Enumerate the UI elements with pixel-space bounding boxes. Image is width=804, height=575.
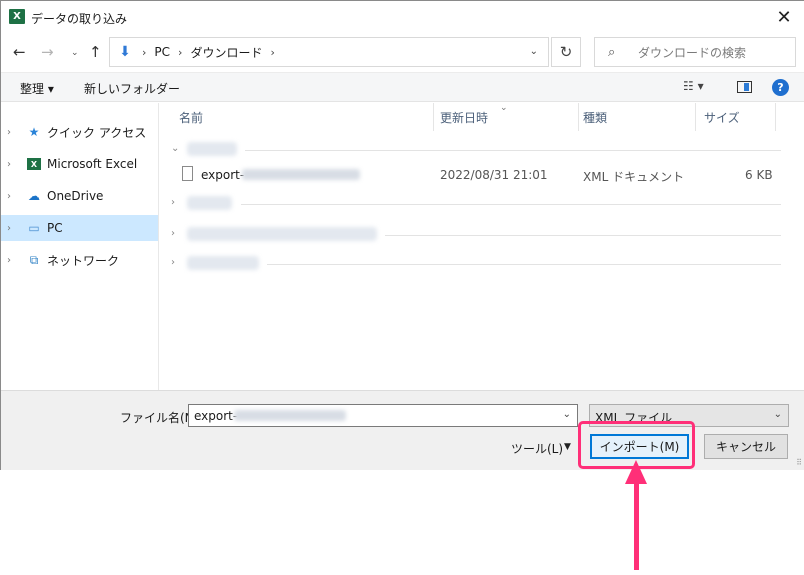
back-arrow-icon[interactable]: ← — [13, 43, 26, 61]
filename-value: export- — [194, 409, 238, 423]
blurred-file-name — [242, 169, 360, 180]
breadcrumb-downloads[interactable]: ダウンロード — [190, 44, 262, 61]
close-button[interactable]: ✕ — [764, 1, 804, 33]
file-list: ⌄ 名前 更新日時 種類 サイズ ⌄ export- 2022/08/31 21… — [161, 103, 804, 390]
sidebar-item-label: ネットワーク — [47, 253, 120, 268]
computer-icon: ▭ — [28, 221, 40, 235]
column-header-size[interactable]: サイズ — [696, 103, 776, 131]
column-header-type[interactable]: 種類 — [579, 103, 696, 131]
excel-icon: X — [9, 9, 25, 24]
sidebar-item-quick-access[interactable]: › ★ クイック アクセス — [1, 119, 158, 145]
blurred-group-label — [187, 196, 232, 210]
search-input[interactable]: ⌕ ダウンロードの検索 — [594, 37, 796, 67]
group-divider — [241, 204, 781, 205]
command-bar: 整理 ▾ 新しいフォルダー ☷ ▾ ? — [1, 72, 804, 102]
column-header-name[interactable]: 名前 — [161, 103, 434, 131]
file-type: XML ドキュメント — [583, 170, 685, 184]
expand-chevron-icon[interactable]: › — [171, 257, 175, 268]
organize-menu-button[interactable]: 整理 ▾ — [20, 80, 54, 97]
sidebar-item-label: クイック アクセス — [47, 125, 147, 140]
sidebar-item-microsoft-excel[interactable]: › X Microsoft Excel — [1, 151, 158, 177]
table-row[interactable]: export- 2022/08/31 21:01 XML ドキュメント 6 KB — [161, 163, 781, 187]
search-icon: ⌕ — [608, 44, 616, 60]
view-options-icon[interactable]: ☷ ▾ — [683, 79, 704, 93]
expand-chevron-icon[interactable]: › — [7, 223, 17, 234]
blurred-filename — [234, 410, 346, 421]
expand-chevron-icon[interactable]: › — [171, 228, 175, 239]
help-icon[interactable]: ? — [772, 79, 789, 96]
recent-locations-chevron-icon[interactable]: ⌄ — [71, 48, 79, 58]
group-header-collapsed[interactable]: › — [161, 224, 781, 246]
file-modified: 2022/08/31 21:01 — [440, 168, 548, 182]
blurred-group-label — [187, 227, 377, 241]
excel-icon: X — [27, 158, 41, 170]
chevron-down-icon[interactable]: ⌄ — [563, 409, 571, 420]
group-divider — [267, 264, 781, 265]
chevron-down-icon[interactable]: ⌄ — [774, 409, 782, 420]
up-arrow-icon[interactable]: ↑ — [89, 43, 102, 61]
window-title: データの取り込み — [31, 12, 128, 26]
cloud-icon: ☁ — [28, 189, 40, 203]
navigation-pane: › ★ クイック アクセス › X Microsoft Excel › ☁ On… — [1, 103, 159, 390]
blurred-group-label — [187, 142, 237, 156]
dropdown-caret-icon[interactable]: ▼ — [564, 442, 571, 452]
annotation-arrow-shaft — [634, 478, 639, 570]
breadcrumb-separator: › — [178, 45, 183, 59]
network-icon: ⧉ — [29, 252, 39, 267]
file-icon — [182, 166, 193, 181]
refresh-button[interactable]: ↻ — [551, 37, 581, 67]
tools-menu-button[interactable]: ツール(L) — [511, 440, 563, 457]
breadcrumb-separator: › — [142, 45, 147, 59]
expand-chevron-icon[interactable]: › — [171, 197, 175, 208]
file-size: 6 KB — [745, 168, 773, 182]
expand-chevron-icon[interactable]: › — [7, 127, 17, 138]
sidebar-item-label: PC — [47, 221, 63, 235]
column-header-modified[interactable]: 更新日時 — [434, 103, 579, 131]
group-header-collapsed[interactable]: › — [161, 253, 781, 275]
group-divider — [245, 150, 781, 151]
forward-arrow-icon[interactable]: → — [41, 43, 54, 61]
file-name: export- — [201, 168, 245, 182]
chevron-down-icon[interactable]: ⌄ — [530, 46, 538, 57]
collapse-chevron-icon[interactable]: ⌄ — [171, 143, 179, 154]
breadcrumb-separator[interactable]: › — [270, 46, 274, 59]
sidebar-item-label: Microsoft Excel — [47, 157, 138, 171]
star-icon: ★ — [28, 125, 40, 139]
preview-pane-icon[interactable] — [737, 81, 752, 93]
blurred-group-label — [187, 256, 259, 270]
cancel-button[interactable]: キャンセル — [704, 434, 788, 459]
address-field[interactable]: ⬇ › PC › ダウンロード › ⌄ — [109, 37, 549, 67]
sidebar-item-label: OneDrive — [47, 189, 104, 203]
expand-chevron-icon[interactable]: › — [7, 159, 17, 170]
group-divider — [385, 235, 781, 236]
new-folder-button[interactable]: 新しいフォルダー — [84, 80, 180, 97]
title-bar: X データの取り込み ✕ — [1, 1, 804, 33]
download-icon: ⬇ — [119, 44, 131, 60]
sidebar-item-onedrive[interactable]: › ☁ OneDrive — [1, 183, 158, 209]
expand-chevron-icon[interactable]: › — [7, 255, 17, 266]
search-placeholder: ダウンロードの検索 — [638, 45, 747, 60]
breadcrumb-pc[interactable]: PC — [154, 45, 170, 59]
sidebar-item-pc[interactable]: › ▭ PC — [1, 215, 158, 241]
screenshot: X データの取り込み ✕ ← → ⌄ ↑ ⬇ › PC › ダウンロード › ⌄… — [0, 0, 804, 575]
group-header-collapsed[interactable]: › — [161, 193, 781, 215]
sidebar-item-network[interactable]: › ⧉ ネットワーク — [1, 247, 158, 273]
expand-chevron-icon[interactable]: › — [7, 191, 17, 202]
resize-grip-icon[interactable]: ⠿ — [796, 458, 802, 467]
group-header-expanded[interactable]: ⌄ — [161, 139, 781, 161]
filename-input[interactable]: export- ⌄ — [188, 404, 578, 427]
import-data-dialog: X データの取り込み ✕ ← → ⌄ ↑ ⬇ › PC › ダウンロード › ⌄… — [0, 0, 804, 470]
address-bar-row: ← → ⌄ ↑ ⬇ › PC › ダウンロード › ⌄ ↻ ⌕ ダウンロードの検… — [1, 33, 804, 71]
